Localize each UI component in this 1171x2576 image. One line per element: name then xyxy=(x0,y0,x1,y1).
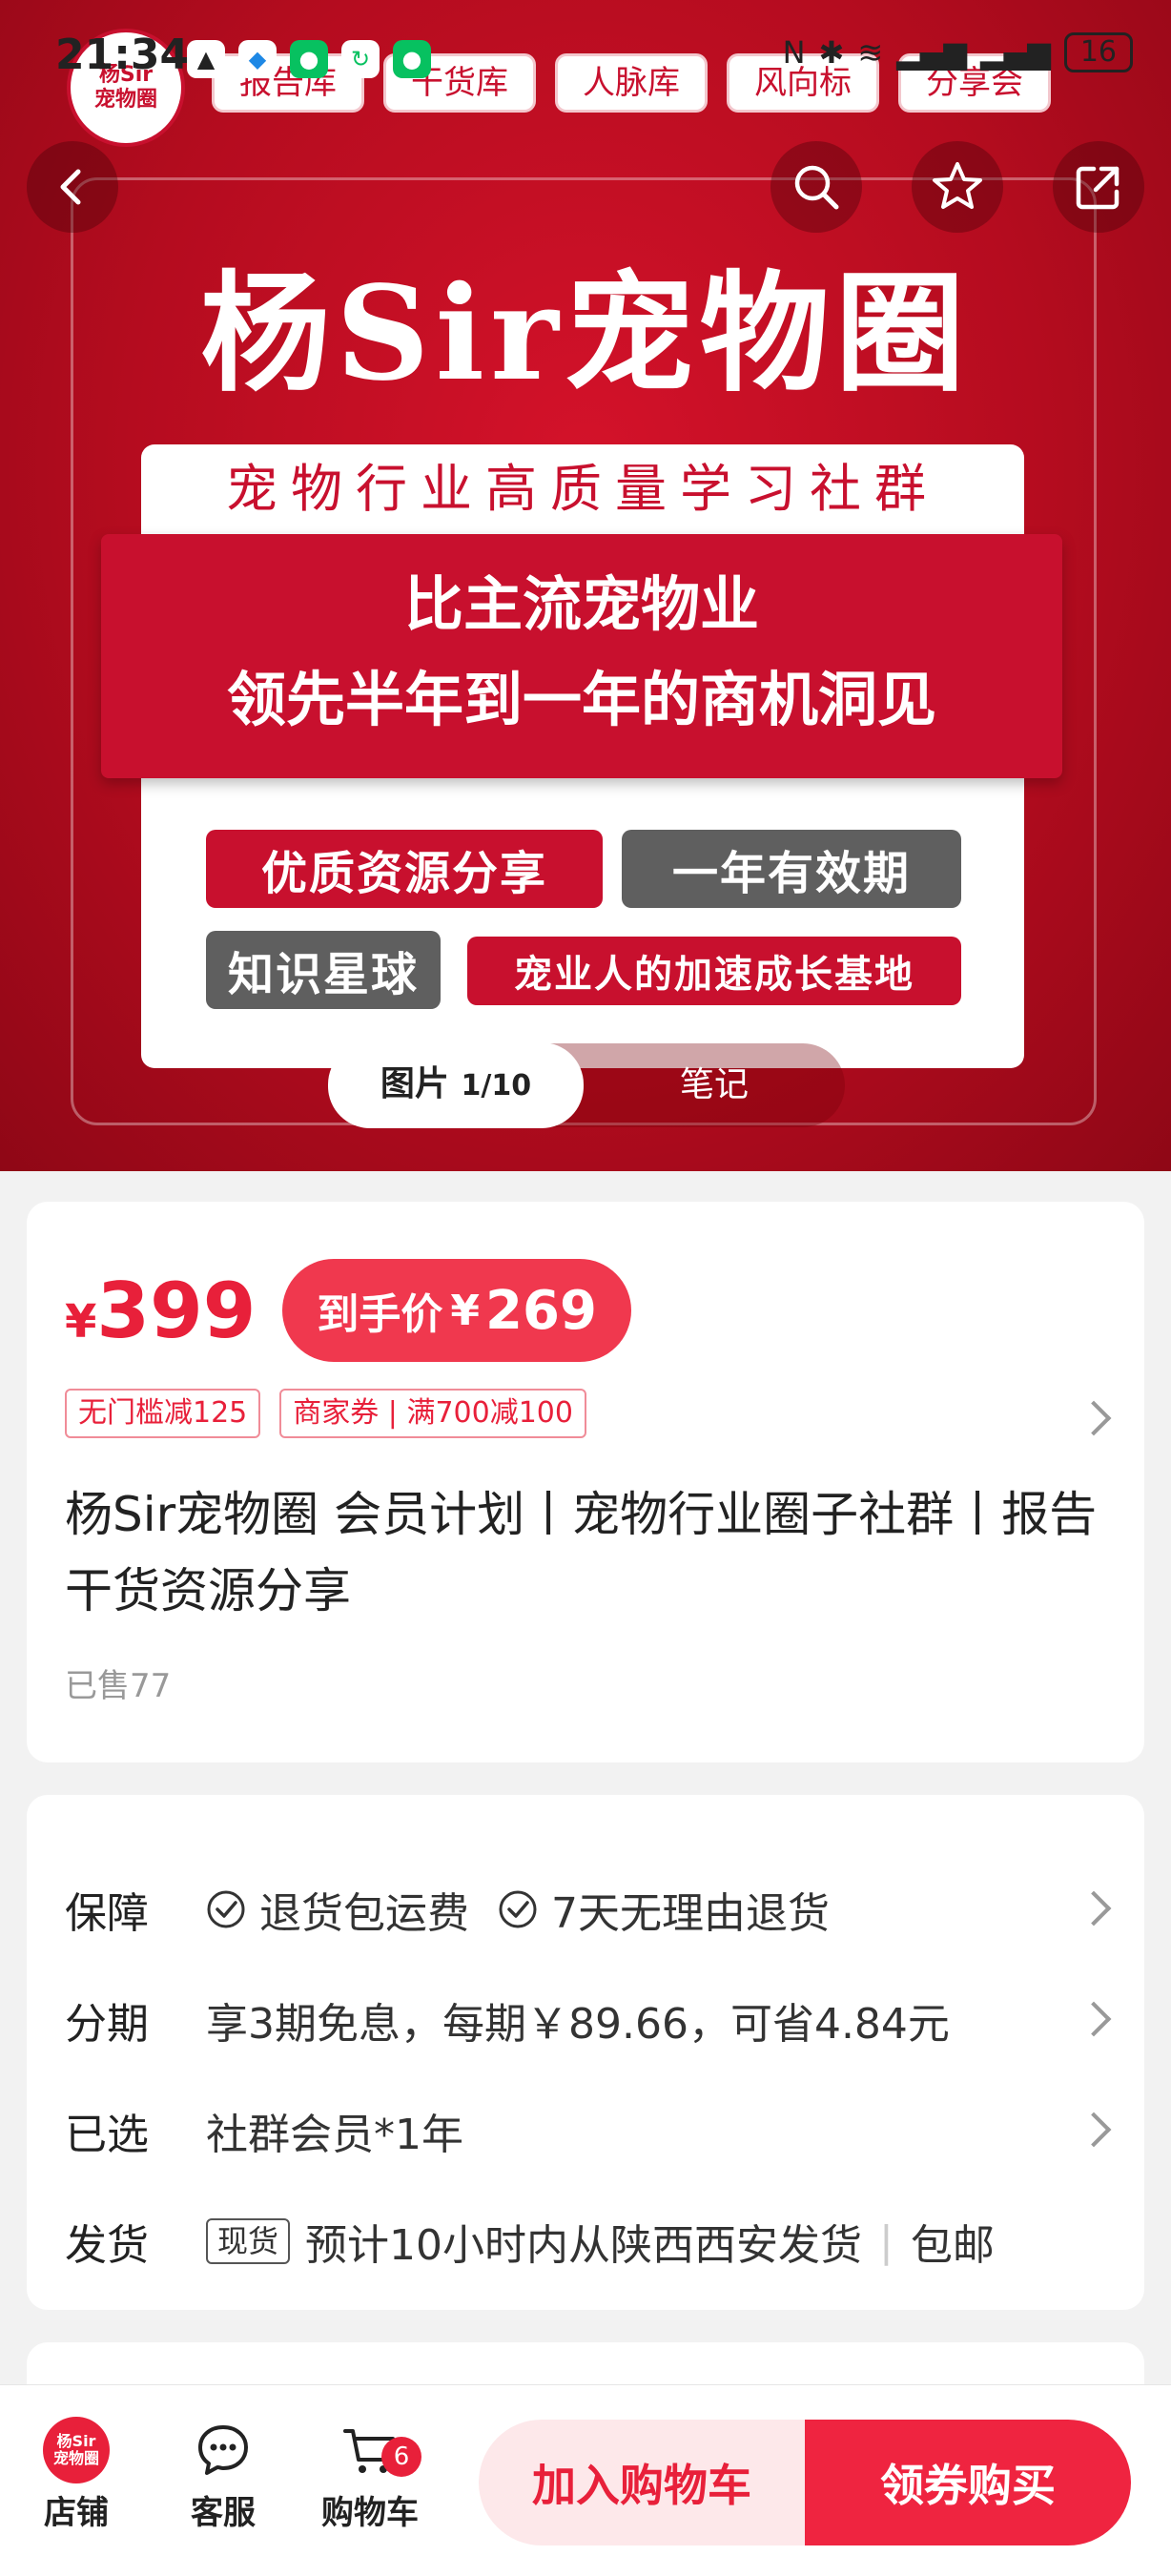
guarantee-label: 保障 xyxy=(65,1889,149,1938)
purchase-buttons: 加入购物车 领券购买 xyxy=(479,2420,1131,2545)
notification-icons: ▲ ◆ ● ↻ ● xyxy=(187,40,431,78)
shop-icon: 杨Sir 宠物圈 xyxy=(19,2414,134,2486)
search-button[interactable] xyxy=(770,141,862,233)
hero-subtitle: 宠物行业高质量学习社群 xyxy=(226,459,939,519)
guarantee-text: 退货包运费 xyxy=(259,1889,469,1938)
installment-row[interactable]: 分期 享3期免息，每期￥89.66，可省4.84元 xyxy=(65,1989,1104,2050)
hero-pill: 宠业人的加速成长基地 xyxy=(467,937,961,1005)
hero-banner: 比主流宠物业 领先半年到一年的商机洞见 xyxy=(101,534,1062,778)
status-time: 21:34 xyxy=(55,31,190,79)
hand-price-badge: 到手价 ¥269 xyxy=(282,1259,631,1362)
hero-pill: 知识星球 xyxy=(206,931,441,1009)
product-title: 杨Sir宠物圈 会员计划丨宠物行业圈子社群丨报告干货资源分享 xyxy=(65,1487,1098,1618)
refresh-icon: ↻ xyxy=(341,40,380,78)
back-button[interactable] xyxy=(27,141,118,233)
hero-title: 杨Sir宠物圈 xyxy=(200,258,971,410)
hero-pill: 优质资源分享 xyxy=(206,830,603,908)
tab-pictures[interactable]: 图片 1/10 xyxy=(328,1042,584,1128)
service-label: 客服 xyxy=(191,2494,256,2532)
shop-label: 店铺 xyxy=(44,2494,109,2532)
favorite-button[interactable] xyxy=(912,141,1003,233)
hand-price-value: 269 xyxy=(485,1279,597,1342)
share-icon xyxy=(1076,166,1120,210)
hand-price-currency: ¥ xyxy=(450,1286,481,1335)
chat-bubble-icon xyxy=(198,2425,248,2475)
media-tabs: 图片 1/10 笔记 xyxy=(328,1042,845,1128)
guarantee-row[interactable]: 保障 退货包运费 7天无理由退货 xyxy=(65,1879,1104,1940)
wechat-icon: ● xyxy=(290,40,328,78)
banner-line: 领先半年到一年的商机洞见 xyxy=(226,665,936,734)
divider: | xyxy=(879,2216,894,2266)
sold-count: 已售77 xyxy=(65,1667,172,1705)
shipping-value: 预计10小时内从陕西西安发货 xyxy=(305,2221,863,2270)
shipping-row: 发货 现货 预计10小时内从陕西西安发货 | 包邮 xyxy=(65,2211,1104,2272)
picture-count: 1/10 xyxy=(461,1069,532,1103)
hero-pill: 一年有效期 xyxy=(622,830,961,908)
service-card: 保障 退货包运费 7天无理由退货 分期 享3期免息，每期￥89.66，可省4.8… xyxy=(27,1795,1144,2310)
buy-now-button[interactable]: 领券购买 xyxy=(805,2420,1131,2545)
chevron-left-icon xyxy=(60,169,81,205)
wifi-icon: ≋ xyxy=(857,34,884,71)
price-currency: ¥ xyxy=(65,1294,97,1349)
price-row: ¥399 到手价 ¥269 xyxy=(65,1259,631,1362)
nfc-icon: N xyxy=(782,34,806,71)
price-value: 399 xyxy=(96,1266,257,1355)
shop-logo-line: 杨Sir xyxy=(56,2432,96,2450)
selected-row[interactable]: 已选 社群会员*1年 xyxy=(65,2100,1104,2161)
status-indicators: N ✱ ≋ ▂▄▆ ▂▄▆ 16 xyxy=(783,32,1133,72)
status-bar: 21:34 ▲ ◆ ● ↻ ● N ✱ ≋ ▂▄▆ ▂▄▆ 16 xyxy=(0,0,1171,114)
selected-value: 社群会员*1年 xyxy=(206,2111,463,2159)
coupon-tag[interactable]: 无门槛减125 xyxy=(65,1389,261,1438)
chat-icon xyxy=(166,2414,280,2486)
add-to-cart-button[interactable]: 加入购物车 xyxy=(479,2420,805,2545)
tab-pictures-label: 图片 xyxy=(380,1064,449,1103)
check-circle-icon xyxy=(207,1890,245,1928)
cart-badge: 6 xyxy=(381,2437,421,2477)
product-image-carousel[interactable]: 杨Sir 宠物圈 报告库 干货库 人脉库 风向标 分享会 杨Sir宠物圈 宠物行… xyxy=(0,0,1171,1171)
shipping-label: 发货 xyxy=(65,2221,149,2270)
app-notification-icon: ▲ xyxy=(187,40,225,78)
installment-label: 分期 xyxy=(65,2000,149,2049)
signal-icon: ▂▄▆ xyxy=(896,34,967,71)
search-icon xyxy=(794,165,839,210)
coupon-list[interactable]: 无门槛减125 商家券 | 满700减100 xyxy=(65,1389,586,1438)
coupon-tag[interactable]: 商家券 | 满700减100 xyxy=(279,1389,586,1438)
share-button[interactable] xyxy=(1053,141,1144,233)
bottom-action-bar: 杨Sir 宠物圈 店铺 客服 6 购物车 加入购物车 领券购买 xyxy=(0,2384,1171,2576)
in-stock-tag: 现货 xyxy=(206,2218,291,2264)
cart-label: 购物车 xyxy=(321,2494,419,2532)
shop-logo: 杨Sir 宠物圈 xyxy=(43,2417,110,2483)
shop-button[interactable]: 杨Sir 宠物圈 店铺 xyxy=(19,2414,134,2533)
guarantee-item: 退货包运费 xyxy=(206,1879,469,1940)
hand-price-label: 到手价 xyxy=(317,1290,443,1339)
check-circle-icon xyxy=(499,1890,537,1928)
cart-button[interactable]: 6 购物车 xyxy=(313,2414,427,2533)
shield-icon: ◆ xyxy=(238,40,277,78)
shop-logo-line: 宠物圈 xyxy=(52,2449,99,2467)
signal-icon: ▂▄▆ xyxy=(979,34,1051,71)
star-icon xyxy=(933,162,982,209)
wechat-icon: ● xyxy=(393,40,431,78)
price: ¥399 xyxy=(65,1267,256,1355)
bluetooth-icon: ✱ xyxy=(818,34,845,71)
free-shipping-text: 包邮 xyxy=(910,2221,995,2270)
customer-service-button[interactable]: 客服 xyxy=(166,2414,280,2533)
chevron-right-icon[interactable] xyxy=(1076,1400,1112,1436)
price-card: ¥399 到手价 ¥269 无门槛减125 商家券 | 满700减100 杨Si… xyxy=(27,1202,1144,1762)
selected-label: 已选 xyxy=(65,2111,149,2159)
guarantee-item: 7天无理由退货 xyxy=(498,1879,830,1940)
installment-value: 享3期免息，每期￥89.66，可省4.84元 xyxy=(206,2000,950,2049)
banner-line: 比主流宠物业 xyxy=(403,569,759,639)
tab-notes[interactable]: 笔记 xyxy=(584,1043,845,1127)
guarantee-text: 7天无理由退货 xyxy=(551,1889,830,1938)
battery-icon: 16 xyxy=(1063,32,1133,72)
shipping-info: 现货 预计10小时内从陕西西安发货 | 包邮 xyxy=(206,2211,995,2272)
